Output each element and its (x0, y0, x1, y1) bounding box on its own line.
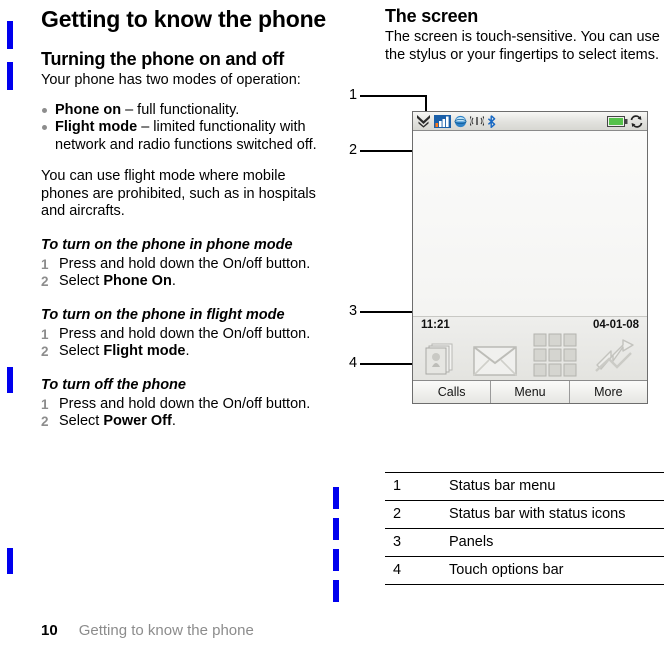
list-item: 1 Press and hold down the On/off button. (41, 396, 331, 414)
right-section-title: The screen (385, 6, 479, 26)
step-emphasis: Flight mode (103, 343, 186, 359)
change-bar-left-4 (7, 548, 13, 574)
procedure-steps-flight-mode: 1 Press and hold down the On/off button. … (41, 326, 331, 361)
bullet-term: Flight mode (55, 119, 138, 135)
legend-description: Panels (449, 528, 664, 557)
shortcut-panel-icon[interactable] (593, 339, 635, 377)
step-number: 1 (41, 396, 49, 412)
more-button[interactable]: More (569, 381, 647, 403)
step-text: Select (59, 413, 104, 429)
callout-leader-1 (360, 95, 427, 97)
callout-number-3: 3 (349, 303, 358, 319)
messaging-panel-icon[interactable] (473, 343, 517, 377)
right-body-paragraph: The screen is touch-sensitive. You can u… (385, 29, 660, 63)
step-text: Select (59, 273, 104, 289)
step-text: Press and hold down the On/off button. (59, 255, 311, 272)
change-bar-mid-1 (333, 487, 339, 509)
change-bar-mid-3 (333, 549, 339, 571)
grid-panel-icon[interactable] (533, 333, 577, 377)
step-text: Press and hold down the On/off button. (59, 395, 311, 412)
modes-bullet-list: Phone on – full functionality. Flight mo… (41, 102, 331, 155)
touch-options-bar[interactable]: Calls Menu More (413, 381, 647, 403)
change-bar-mid-4 (333, 580, 339, 602)
legend-description: Status bar with status icons (449, 500, 664, 529)
change-bar-left-3 (7, 367, 13, 393)
step-text: Press and hold down the On/off button. (59, 325, 311, 342)
step-number: 2 (41, 344, 49, 359)
table-row: 3 Panels (385, 528, 664, 557)
procedure-steps-turn-off: 1 Press and hold down the On/off button. … (41, 396, 331, 431)
step-text-tail: . (171, 273, 176, 289)
wifi-icon (470, 116, 484, 126)
page-footer: 10 Getting to know the phone (41, 622, 254, 640)
legend-description: Status bar menu (449, 472, 664, 501)
page-number: 10 (41, 622, 58, 639)
bullet-term: Phone on (55, 101, 122, 118)
status-icons-left (416, 114, 496, 128)
clock-label: 11:21 (421, 319, 450, 331)
callout-number-2: 2 (349, 142, 358, 158)
change-bar-left-1 (7, 21, 13, 49)
list-item: 1 Press and hold down the On/off button. (41, 256, 331, 274)
section-title: Turning the phone on and off (41, 49, 285, 69)
date-label: 04-01-08 (592, 319, 639, 331)
running-head: Getting to know the phone (78, 622, 254, 639)
table-row: 2 Status bar with status icons (385, 500, 664, 529)
step-number: 1 (41, 326, 49, 342)
procedure-steps-phone-mode: 1 Press and hold down the On/off button. … (41, 256, 331, 291)
procedure-heading-flight-mode: To turn on the phone in flight mode (41, 306, 285, 323)
change-bar-left-2 (7, 62, 13, 90)
step-number: 2 (41, 414, 49, 429)
procedure-heading-turn-off: To turn off the phone (41, 376, 186, 393)
chevrons-down-icon[interactable] (416, 114, 431, 128)
phone-screen-figure: 1 2 3 4 11:21 04-01-08 Calls Menu More (340, 85, 664, 415)
status-icons-right (607, 114, 644, 128)
table-row: 1 Status bar menu (385, 472, 664, 501)
globe-icon (454, 115, 467, 127)
sync-icon (630, 114, 643, 128)
legend-number: 2 (385, 500, 449, 529)
list-item: 2 Select Power Off. (41, 413, 331, 431)
status-bar[interactable] (413, 112, 647, 131)
step-text-tail: . (171, 413, 176, 429)
list-item: Flight mode – limited functionality with… (41, 119, 331, 154)
right-text-column: The screen The screen is touch-sensitive… (385, 0, 664, 64)
menu-button[interactable]: Menu (491, 381, 570, 403)
step-number: 1 (41, 256, 49, 272)
list-item: Phone on – full functionality. (41, 102, 331, 120)
battery-icon (607, 115, 628, 127)
photos-panel-icon[interactable] (425, 341, 457, 377)
legend-number: 4 (385, 556, 449, 585)
procedure-heading-phone-mode: To turn on the phone in phone mode (41, 236, 293, 253)
flight-mode-note: You can use flight mode where mobile pho… (41, 168, 316, 219)
calls-button[interactable]: Calls (413, 381, 492, 403)
figure-legend-table: 1 Status bar menu 2 Status bar with stat… (385, 472, 664, 585)
intro-paragraph: Your phone has two modes of operation: (41, 72, 301, 88)
legend-number: 1 (385, 472, 449, 501)
panel-icon-row (413, 333, 647, 379)
phone-device-screen: 11:21 04-01-08 Calls Menu More (412, 111, 648, 404)
panels-area[interactable]: 11:21 04-01-08 (413, 317, 647, 381)
legend-number: 3 (385, 528, 449, 557)
step-number: 2 (41, 274, 49, 289)
step-emphasis: Phone On (103, 273, 172, 289)
legend-description: Touch options bar (449, 556, 664, 585)
change-bar-mid-2 (333, 518, 339, 540)
signal-bars-icon (434, 114, 451, 128)
bluetooth-icon (487, 114, 496, 128)
list-item: 2 Select Phone On. (41, 273, 331, 291)
step-text: Select (59, 343, 104, 359)
callout-number-4: 4 (349, 355, 358, 371)
step-text-tail: . (185, 343, 190, 359)
bullet-rest: – full functionality. (121, 101, 240, 118)
step-emphasis: Power Off (103, 413, 172, 429)
list-item: 2 Select Flight mode. (41, 343, 331, 361)
callout-number-1: 1 (349, 87, 358, 103)
table-row: 4 Touch options bar (385, 556, 664, 585)
left-text-column: Getting to know the phone Turning the ph… (41, 0, 331, 431)
screen-content-area[interactable] (413, 131, 647, 317)
list-item: 1 Press and hold down the On/off button. (41, 326, 331, 344)
chapter-title: Getting to know the phone (41, 6, 327, 32)
